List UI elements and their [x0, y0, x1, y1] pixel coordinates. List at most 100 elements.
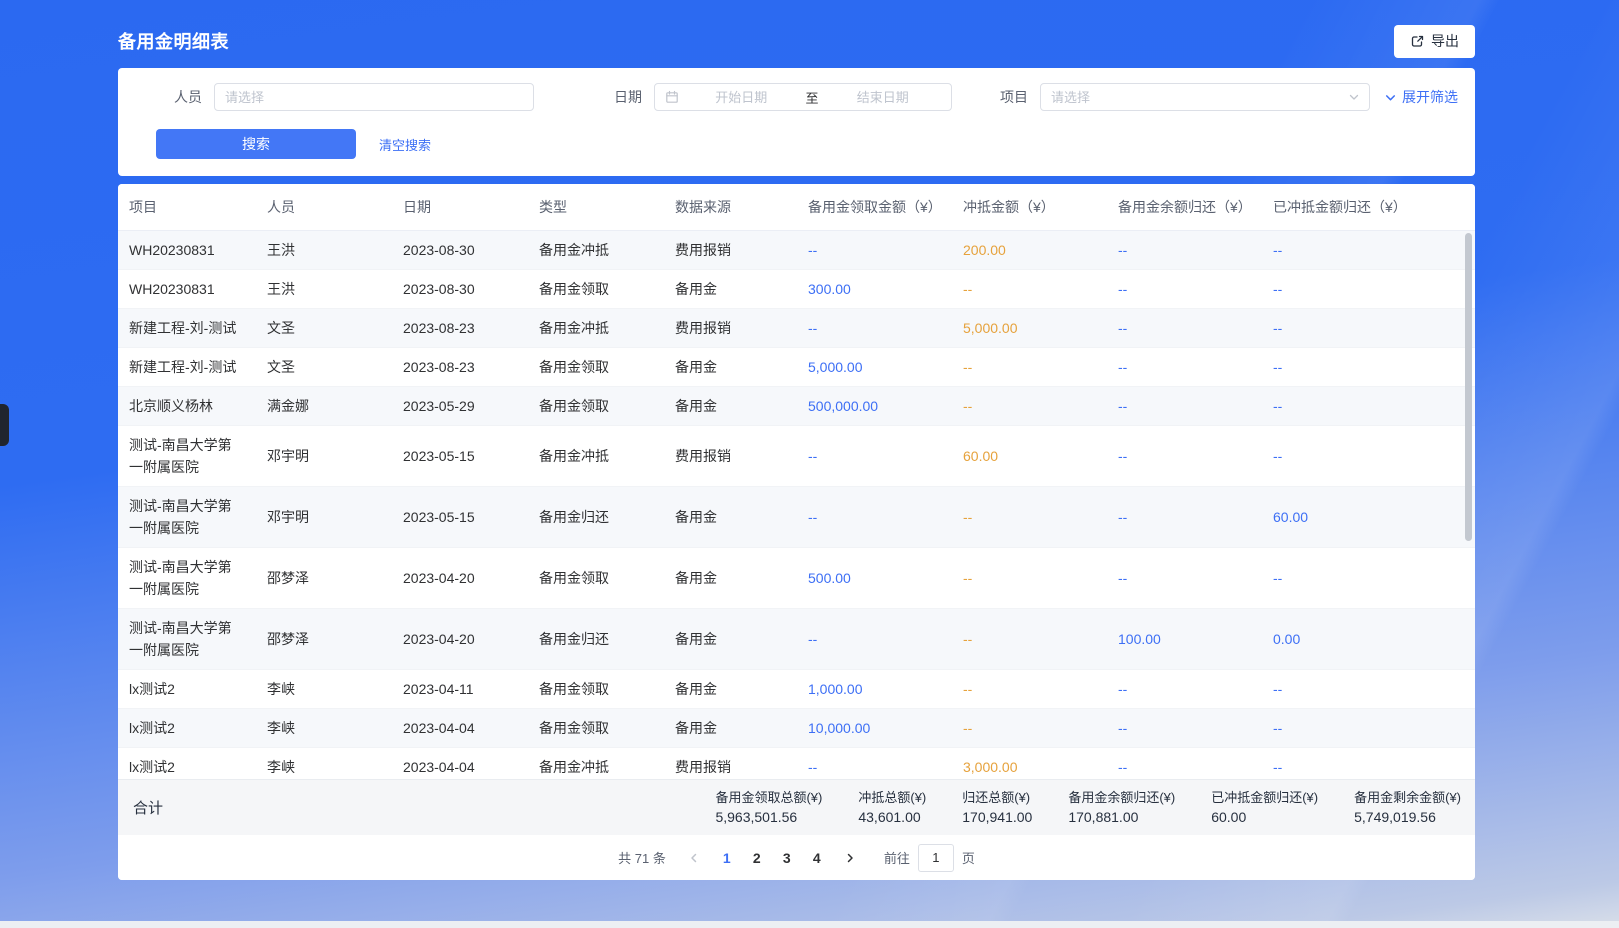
page-number-button[interactable]: 4	[802, 844, 832, 872]
table-row[interactable]: lx测试2 李峡 2023-04-04 备用金冲抵 费用报销 -- 3,000.…	[118, 748, 1475, 780]
project-select-input[interactable]	[1041, 84, 1348, 110]
start-date-input[interactable]	[681, 84, 802, 110]
person-select[interactable]	[214, 83, 534, 111]
goto-label: 前往	[884, 848, 910, 867]
cell-offset-return: --	[1262, 548, 1475, 609]
summary-item-value: 43,601.00	[858, 808, 926, 826]
table-row[interactable]: 北京顺义杨林 满金娜 2023-05-29 备用金领取 备用金 500,000.…	[118, 387, 1475, 426]
page-number-button[interactable]: 2	[742, 844, 772, 872]
cell-date: 2023-04-20	[392, 609, 528, 670]
page-number-button[interactable]: 1	[712, 844, 742, 872]
table-row[interactable]: lx测试2 李峡 2023-04-11 备用金领取 备用金 1,000.00 -…	[118, 670, 1475, 709]
goto-suffix: 页	[962, 848, 975, 867]
cell-type: 备用金冲抵	[528, 426, 664, 487]
side-drawer-handle[interactable]	[0, 404, 9, 446]
summary-item-value: 170,881.00	[1068, 808, 1175, 826]
cell-person: 邵梦泽	[256, 548, 392, 609]
table-scroll-area[interactable]: WH20230831 王洪 2023-08-30 备用金冲抵 费用报销 -- 2…	[118, 231, 1475, 779]
cell-source: 备用金	[664, 348, 797, 387]
summary-item-value: 170,941.00	[962, 808, 1032, 826]
scrollbar-thumb[interactable]	[1465, 233, 1472, 541]
cell-offset-return: --	[1262, 670, 1475, 709]
export-button[interactable]: 导出	[1394, 25, 1475, 58]
summary-item-label: 归还总额(¥)	[962, 789, 1032, 807]
cell-balance-return: --	[1107, 548, 1262, 609]
cell-project: lx测试2	[118, 670, 256, 709]
cell-offset-amount: 200.00	[952, 231, 1107, 270]
cell-type: 备用金冲抵	[528, 748, 664, 780]
cell-source: 备用金	[664, 670, 797, 709]
cell-project: 新建工程-刘-测试	[118, 348, 256, 387]
cell-withdraw-amount: 500,000.00	[797, 387, 952, 426]
summary-items: 备用金领取总额(¥) 5,963,501.56 冲抵总额(¥) 43,601.0…	[715, 789, 1461, 826]
cell-withdraw-amount: 5,000.00	[797, 348, 952, 387]
cell-source: 备用金	[664, 387, 797, 426]
table-header: 项目人员日期类型数据来源备用金领取金额（¥）冲抵金额（¥）备用金余额归还（¥）已…	[118, 184, 1475, 231]
total-count: 共 71 条	[618, 848, 666, 867]
column-header: 项目	[118, 184, 256, 231]
cell-withdraw-amount: 1,000.00	[797, 670, 952, 709]
cell-person: 李峡	[256, 709, 392, 748]
summary-item: 已冲抵金额归还(¥) 60.00	[1211, 789, 1318, 826]
table-body-table: WH20230831 王洪 2023-08-30 备用金冲抵 费用报销 -- 2…	[118, 231, 1475, 779]
summary-item-value: 60.00	[1211, 808, 1318, 826]
summary-item: 冲抵总额(¥) 43,601.00	[858, 789, 926, 826]
table-row[interactable]: WH20230831 王洪 2023-08-30 备用金冲抵 费用报销 -- 2…	[118, 231, 1475, 270]
clear-search-link[interactable]: 清空搜索	[379, 135, 431, 154]
cell-project: WH20230831	[118, 231, 256, 270]
cell-person: 王洪	[256, 231, 392, 270]
export-button-label: 导出	[1431, 31, 1459, 51]
column-header: 数据来源	[664, 184, 797, 231]
cell-date: 2023-04-20	[392, 548, 528, 609]
pager: 1 2 3 4	[712, 844, 832, 872]
person-select-input[interactable]	[215, 84, 533, 110]
cell-type: 备用金归还	[528, 609, 664, 670]
cell-type: 备用金归还	[528, 487, 664, 548]
table-row[interactable]: 测试-南昌大学第一附属医院 邓宇明 2023-05-15 备用金归还 备用金 -…	[118, 487, 1475, 548]
table-body: WH20230831 王洪 2023-08-30 备用金冲抵 费用报销 -- 2…	[118, 231, 1475, 779]
pagination-bar: 共 71 条 1 2 3 4	[118, 835, 1475, 880]
cell-project: 测试-南昌大学第一附属医院	[118, 487, 256, 548]
table-row[interactable]: 测试-南昌大学第一附属医院 邵梦泽 2023-04-20 备用金领取 备用金 5…	[118, 548, 1475, 609]
page-number-button[interactable]: 3	[772, 844, 802, 872]
column-header: 备用金余额归还（¥）	[1107, 184, 1262, 231]
cell-date: 2023-08-23	[392, 348, 528, 387]
date-range-picker[interactable]: 至	[654, 83, 952, 111]
table-row[interactable]: 新建工程-刘-测试 文圣 2023-08-23 备用金领取 备用金 5,000.…	[118, 348, 1475, 387]
summary-item: 备用金剩余金额(¥) 5,749,019.56	[1354, 789, 1461, 826]
expand-filters-link[interactable]: 展开筛选	[1384, 87, 1458, 107]
bottom-edge-strip	[0, 921, 1619, 928]
search-button[interactable]: 搜索	[156, 129, 356, 159]
goto-page-input[interactable]	[918, 844, 954, 872]
table-row[interactable]: 新建工程-刘-测试 文圣 2023-08-23 备用金冲抵 费用报销 -- 5,…	[118, 309, 1475, 348]
table-row[interactable]: 测试-南昌大学第一附属医院 邵梦泽 2023-04-20 备用金归还 备用金 -…	[118, 609, 1475, 670]
cell-withdraw-amount: --	[797, 426, 952, 487]
project-select[interactable]	[1040, 83, 1370, 111]
summary-item-label: 已冲抵金额归还(¥)	[1211, 789, 1318, 807]
cell-person: 李峡	[256, 670, 392, 709]
column-header: 人员	[256, 184, 392, 231]
cell-offset-amount: 60.00	[952, 426, 1107, 487]
calendar-icon	[665, 90, 679, 104]
table-row[interactable]: lx测试2 李峡 2023-04-04 备用金领取 备用金 10,000.00 …	[118, 709, 1475, 748]
table-row[interactable]: WH20230831 王洪 2023-08-30 备用金领取 备用金 300.0…	[118, 270, 1475, 309]
chevron-down-icon	[1384, 91, 1397, 104]
cell-source: 费用报销	[664, 309, 797, 348]
table-row[interactable]: 测试-南昌大学第一附属医院 邓宇明 2023-05-15 备用金冲抵 费用报销 …	[118, 426, 1475, 487]
cell-withdraw-amount: 10,000.00	[797, 709, 952, 748]
end-date-input[interactable]	[823, 84, 944, 110]
summary-row: 合计 备用金领取总额(¥) 5,963,501.56 冲抵总额(¥) 43,60…	[118, 779, 1475, 835]
cell-person: 文圣	[256, 309, 392, 348]
cell-date: 2023-04-04	[392, 748, 528, 780]
cell-offset-amount: --	[952, 387, 1107, 426]
filter-panel: 人员 日期 至 项目	[118, 68, 1475, 176]
cell-date: 2023-04-11	[392, 670, 528, 709]
prev-page-button[interactable]	[682, 852, 706, 864]
cell-project: 新建工程-刘-测试	[118, 309, 256, 348]
column-header: 冲抵金额（¥）	[952, 184, 1107, 231]
cell-offset-return: --	[1262, 748, 1475, 780]
cell-person: 邵梦泽	[256, 609, 392, 670]
cell-person: 李峡	[256, 748, 392, 780]
next-page-button[interactable]	[838, 852, 862, 864]
cell-type: 备用金冲抵	[528, 231, 664, 270]
